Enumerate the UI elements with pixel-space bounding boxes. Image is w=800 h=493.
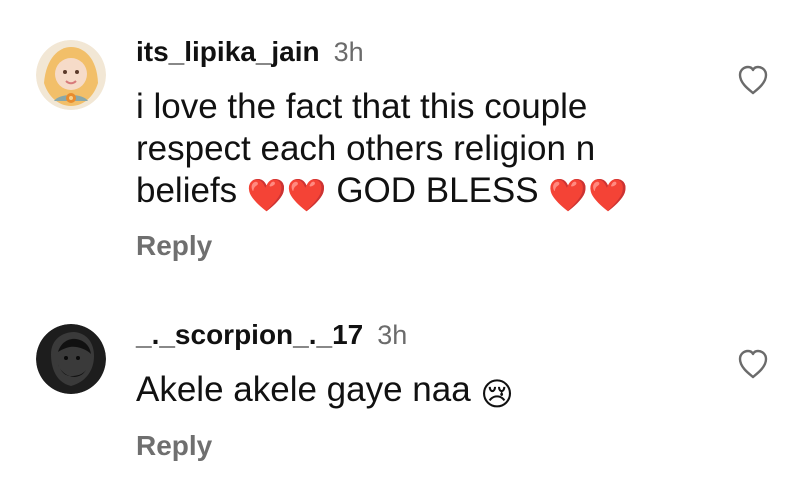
heart-emoji-group: ❤️❤️ xyxy=(246,177,327,213)
heart-outline-icon xyxy=(738,349,768,379)
reply-button[interactable]: Reply xyxy=(136,430,212,462)
heart-emoji-group: ❤️❤️ xyxy=(548,177,629,213)
comment-text-fragment: beliefs xyxy=(136,171,238,210)
comment-text-line: respect each others religion n xyxy=(136,129,596,168)
comment-text-line: i love the fact that this couple xyxy=(136,87,588,126)
comment-username[interactable]: its_lipika_jain xyxy=(136,36,320,68)
like-button[interactable] xyxy=(736,348,770,380)
comment-header: _._scorpion_._17 3h xyxy=(136,319,407,351)
comment-text: i love the fact that this couple respect… xyxy=(136,86,736,212)
comment-header: its_lipika_jain 3h xyxy=(136,36,364,68)
comment-text-line: Akele akele gaye naa xyxy=(136,370,471,409)
reply-button[interactable]: Reply xyxy=(136,230,212,262)
comment-item: its_lipika_jain 3h i love the fact that … xyxy=(0,0,800,270)
comment-text-fragment: GOD BLESS xyxy=(336,171,539,210)
avatar-illustration xyxy=(36,40,106,110)
avatar-photo xyxy=(36,324,106,394)
crying-face-emoji: 😢 xyxy=(480,376,514,412)
heart-outline-icon xyxy=(738,65,768,95)
comment-time: 3h xyxy=(377,320,408,350)
like-button[interactable] xyxy=(736,64,770,96)
avatar[interactable] xyxy=(36,324,106,394)
comment-text: Akele akele gaye naa 😢 xyxy=(136,369,736,411)
comment-username[interactable]: _._scorpion_._17 xyxy=(136,319,363,351)
comment-text-line: beliefs ❤️❤️ GOD BLESS ❤️❤️ xyxy=(136,170,736,212)
comment-item: _._scorpion_._17 3h Akele akele gaye naa… xyxy=(0,300,800,493)
avatar[interactable] xyxy=(36,40,106,110)
comment-time: 3h xyxy=(333,37,364,67)
